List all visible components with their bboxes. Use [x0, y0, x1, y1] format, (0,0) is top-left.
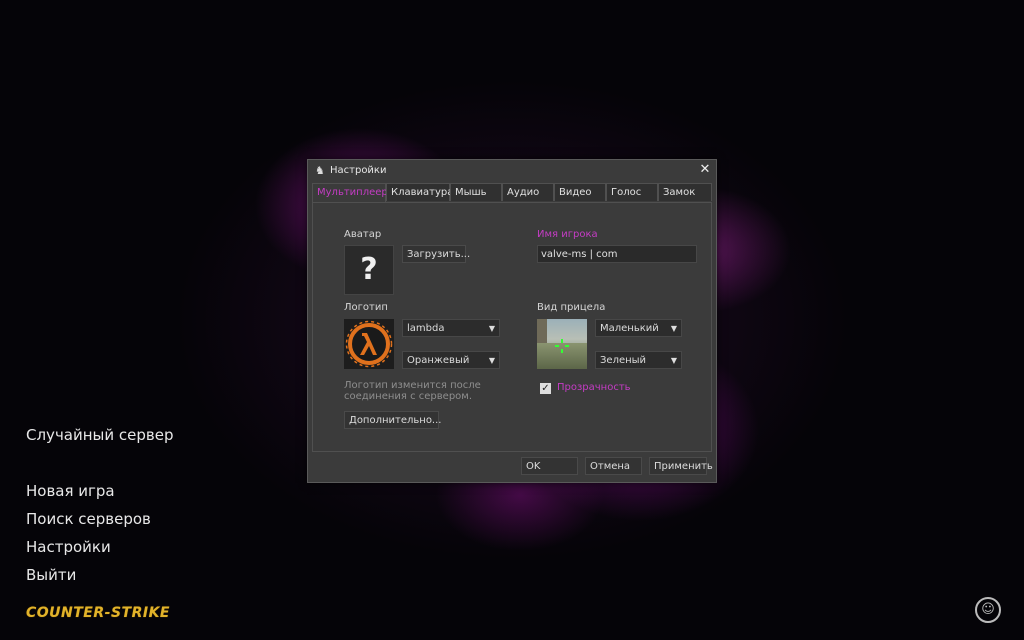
menu-new-game[interactable]: Новая игра	[26, 482, 115, 500]
menu-settings[interactable]: Настройки	[26, 538, 111, 556]
logo-color-value: Оранжевый	[407, 355, 470, 366]
transparency-label[interactable]: Прозрачность	[557, 382, 631, 393]
player-name-input[interactable]: valve-ms | com	[537, 245, 697, 263]
counter-strike-logo: COUNTER-STRIKE	[26, 605, 170, 621]
ok-button[interactable]: OK	[521, 457, 578, 475]
menu-random-server[interactable]: Случайный сервер	[26, 426, 174, 444]
settings-dialog: ♞ Настройки ✕ Мультиплеер Клавиатура Мыш…	[307, 159, 717, 483]
lambda-icon	[345, 320, 393, 368]
tab-video[interactable]: Видео	[554, 183, 606, 201]
tab-keyboard[interactable]: Клавиатура	[386, 183, 453, 201]
tab-audio[interactable]: Аудио	[502, 183, 554, 201]
tab-mouse[interactable]: Мышь	[450, 183, 502, 201]
avatar-image: ?	[344, 245, 394, 295]
apply-button[interactable]: Применить	[649, 457, 713, 475]
player-silhouette-icon[interactable]: ☺	[975, 597, 1001, 623]
multiplayer-panel: Аватар ? Загрузить... Имя игрока valve-m…	[312, 202, 712, 452]
avatar-label: Аватар	[344, 229, 382, 240]
menu-exit[interactable]: Выйти	[26, 566, 76, 584]
chevron-down-icon: ▼	[488, 356, 495, 365]
crosshair-size-select[interactable]: Маленький ▼	[595, 319, 682, 337]
player-silhouette-icon: ♞	[315, 164, 325, 177]
crosshair-size-value: Маленький	[600, 323, 659, 334]
crosshair-label: Вид прицела	[537, 302, 606, 313]
logo-type-value: lambda	[407, 323, 445, 334]
menu-find-servers[interactable]: Поиск серверов	[26, 510, 151, 528]
crosshair-color-select[interactable]: Зеленый ▼	[595, 351, 682, 369]
load-avatar-button[interactable]: Загрузить...	[402, 245, 470, 263]
player-name-label: Имя игрока	[537, 229, 598, 240]
tab-voice[interactable]: Голос	[606, 183, 658, 201]
logo-type-select[interactable]: lambda ▼	[402, 319, 500, 337]
logo-note: Логотип изменится после соединения с сер…	[344, 380, 481, 402]
chevron-down-icon: ▼	[670, 356, 677, 365]
tab-multiplayer[interactable]: Мультиплеер	[312, 183, 388, 202]
transparency-checkbox[interactable]: ✓	[540, 383, 551, 394]
lambda-logo-image	[344, 319, 394, 369]
dialog-titlebar[interactable]: ♞ Настройки ✕	[308, 160, 716, 182]
advanced-button[interactable]: Дополнительно...	[344, 411, 441, 429]
close-button[interactable]: ✕	[698, 163, 712, 177]
chevron-down-icon: ▼	[488, 324, 495, 333]
crosshair-color-value: Зеленый	[600, 355, 647, 366]
crosshair-preview	[537, 319, 587, 369]
cancel-button[interactable]: Отмена	[585, 457, 642, 475]
dialog-title: Настройки	[330, 165, 387, 176]
logo-label: Логотип	[344, 302, 388, 313]
tab-bar: Мультиплеер Клавиатура Мышь Аудио Видео …	[312, 183, 712, 202]
logo-color-select[interactable]: Оранжевый ▼	[402, 351, 500, 369]
tab-lock[interactable]: Замок	[658, 183, 712, 201]
chevron-down-icon: ▼	[670, 324, 677, 333]
